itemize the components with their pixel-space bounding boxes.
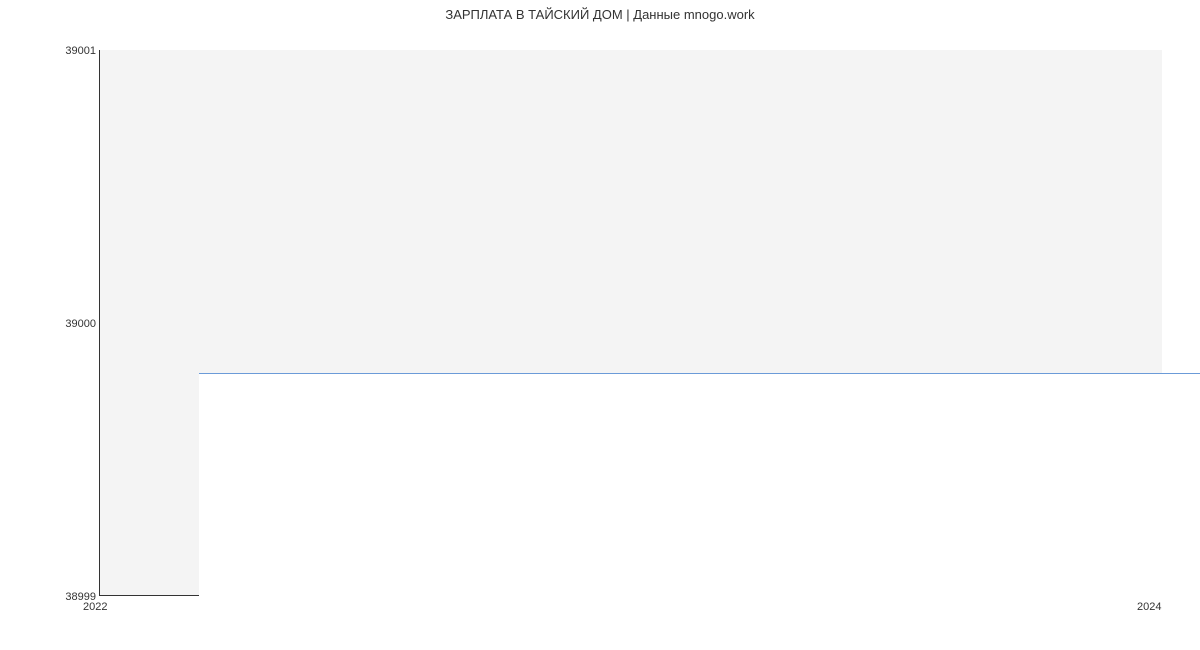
chart-fill-region: [199, 374, 1200, 646]
x-axis-tick-label: 2022: [83, 602, 107, 613]
x-axis-tick-label: 2024: [1137, 602, 1161, 613]
chart-container: ЗАРПЛАТА В ТАЙСКИЙ ДОМ | Данные mnogo.wo…: [0, 0, 1200, 650]
y-axis-tick-label: 39001: [36, 46, 96, 57]
y-axis-tick-label: 39000: [36, 319, 96, 330]
chart-title: ЗАРПЛАТА В ТАЙСКИЙ ДОМ | Данные mnogo.wo…: [445, 7, 754, 22]
plot-area: [99, 50, 1162, 596]
data-line: [199, 373, 1200, 374]
